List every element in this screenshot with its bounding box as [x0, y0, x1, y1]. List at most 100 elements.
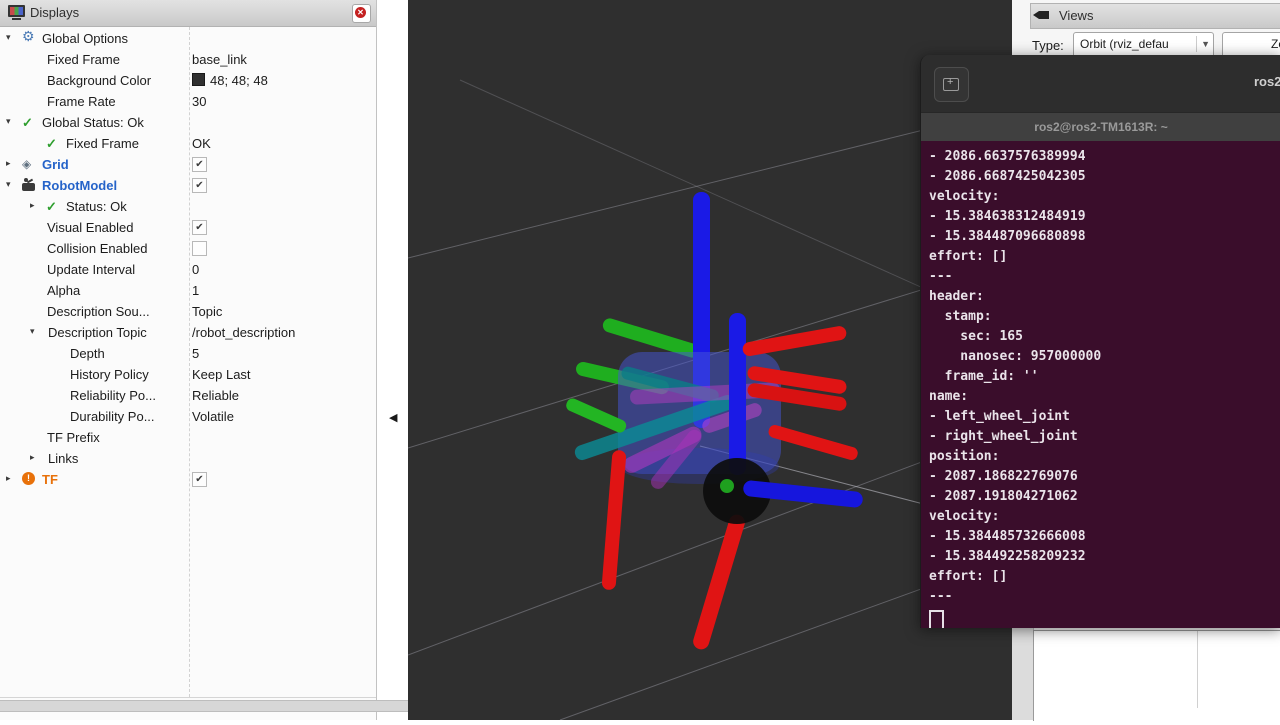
tree-value: 5 — [192, 346, 199, 361]
terminal-line: - 2086.6637576389994 — [929, 149, 1280, 169]
expand-arrow-icon[interactable]: ▸ — [6, 158, 11, 169]
close-icon: ✕ — [355, 7, 366, 18]
panel-splitter[interactable] — [0, 700, 408, 712]
terminal-line: - 2087.186822769076 — [929, 469, 1280, 489]
collapse-arrow-icon[interactable]: ▾ — [30, 326, 35, 337]
tree-row-description-topic[interactable]: ▾Description Topic/robot_description — [0, 322, 375, 343]
views-panel-titlebar[interactable]: Views — [1030, 3, 1280, 29]
robot-icon — [22, 183, 35, 191]
displays-panel-titlebar[interactable]: Displays ✕ — [0, 0, 376, 27]
close-panel-button[interactable]: ✕ — [352, 4, 371, 23]
terminal-headerbar[interactable]: ros2@ — [921, 55, 1280, 112]
grid-icon: ◈ — [22, 157, 31, 172]
tree-row-fixed-frame[interactable]: ✓Fixed FrameOK — [0, 133, 375, 154]
tree-row-history-policy[interactable]: History Policy Keep Last — [0, 364, 375, 385]
checkbox[interactable]: ✔ — [192, 178, 207, 193]
collapse-arrow-icon[interactable]: ▾ — [6, 179, 11, 190]
checkbox[interactable]: ✔ — [192, 472, 207, 487]
tree-row-links[interactable]: ▸ Links — [0, 448, 375, 469]
tree-value: 48; 48; 48 — [192, 73, 268, 88]
displays-tree: ▾⚙Global OptionsFixed Framebase_linkBack… — [0, 28, 375, 490]
displays-icon — [8, 5, 25, 17]
tree-label: Description Sou... — [47, 304, 150, 319]
terminal-output[interactable]: - 2086.6637576389994- 2086.6687425042305… — [921, 141, 1280, 628]
new-tab-button[interactable] — [934, 67, 969, 102]
camera-icon — [1039, 11, 1049, 19]
collapse-arrow-icon[interactable]: ▾ — [6, 116, 11, 127]
view-type-value: Orbit (rviz_defau — [1080, 37, 1192, 51]
tree-value: base_link — [192, 52, 247, 67]
checkbox[interactable]: ✔ — [192, 157, 207, 172]
tree-row-collision-enabled[interactable]: Collision Enabled — [0, 238, 375, 259]
terminal-line: name: — [929, 389, 1280, 409]
tree-label: History Policy — [70, 367, 149, 382]
tree-value: OK — [192, 136, 211, 151]
tree-label: Status: Ok — [66, 199, 127, 214]
tree-label: Durability Po... — [70, 409, 155, 424]
tree-row-fixed-frame[interactable]: Fixed Framebase_link — [0, 49, 375, 70]
tree-row-update-interval[interactable]: Update Interval 0 — [0, 259, 375, 280]
tree-row-depth[interactable]: Depth 5 — [0, 343, 375, 364]
tree-label: RobotModel — [42, 178, 117, 193]
new-tab-icon — [943, 78, 959, 91]
tree-row-description-sou[interactable]: Description Sou...Topic — [0, 301, 375, 322]
tree-value: 30 — [192, 94, 206, 109]
terminal-line: effort: [] — [929, 249, 1280, 269]
collapse-arrow-icon[interactable]: ▾ — [6, 32, 11, 43]
views-list[interactable] — [1033, 630, 1280, 721]
tree-row-tf-prefix[interactable]: TF Prefix — [0, 427, 375, 448]
tree-row-global-status-ok[interactable]: ▾✓Global Status: Ok — [0, 112, 375, 133]
gear-icon: ⚙ — [22, 29, 35, 44]
tree-row-background-color[interactable]: Background Color 48; 48; 48 — [0, 70, 375, 91]
terminal-line: velocity: — [929, 509, 1280, 529]
terminal-tab[interactable]: ros2@ros2-TM1613R: ~ — [921, 113, 1280, 142]
terminal-line: - 15.384638312484919 — [929, 209, 1280, 229]
terminal-line: effort: [] — [929, 569, 1280, 589]
tree-label: Grid — [42, 157, 69, 172]
tree-row-robotmodel[interactable]: ▾ RobotModel ✔ — [0, 175, 375, 196]
view-type-label: Type: — [1032, 38, 1064, 53]
expand-arrow-icon[interactable]: ▸ — [30, 452, 35, 463]
tree-row-global-options[interactable]: ▾ ⚙ Global Options — [0, 28, 375, 49]
terminal-line: - right_wheel_joint — [929, 429, 1280, 449]
chevron-down-icon: ▼ — [1196, 36, 1210, 52]
tree-label: Update Interval — [47, 262, 135, 277]
tree-row-tf[interactable]: ▸!TF✔ — [0, 469, 375, 490]
tree-label: Global Options — [42, 31, 128, 46]
tree-label: Description Topic — [48, 325, 147, 340]
terminal-line: - left_wheel_joint — [929, 409, 1280, 429]
check-icon: ✓ — [46, 136, 57, 151]
tree-label: Links — [48, 451, 78, 466]
zero-button-label: Ze — [1271, 37, 1280, 51]
terminal-line: - 15.384487096680898 — [929, 229, 1280, 249]
terminal-line: frame_id: '' — [929, 369, 1280, 389]
views-panel-splitter[interactable] — [1012, 628, 1034, 720]
color-swatch — [192, 73, 205, 86]
tree-label: Background Color — [47, 73, 151, 88]
tree-label: Reliability Po... — [70, 388, 156, 403]
tree-row-status-ok[interactable]: ▸✓Status: Ok — [0, 196, 375, 217]
terminal-line: nanosec: 957000000 — [929, 349, 1280, 369]
tree-row-alpha[interactable]: Alpha1 — [0, 280, 375, 301]
checkbox[interactable] — [192, 241, 207, 256]
tree-bottom-border — [0, 697, 376, 698]
tree-row-reliability-po[interactable]: Reliability Po... Reliable — [0, 385, 375, 406]
collapse-panel-arrow[interactable]: ◀ — [389, 411, 397, 424]
terminal-line: velocity: — [929, 189, 1280, 209]
expand-arrow-icon[interactable]: ▸ — [6, 473, 11, 484]
tree-label: Depth — [70, 346, 105, 361]
tree-row-frame-rate[interactable]: Frame Rate30 — [0, 91, 375, 112]
terminal-window: ros2@ ros2@ros2-TM1613R: ~ - 2086.663757… — [920, 55, 1280, 628]
tree-row-visual-enabled[interactable]: Visual Enabled✔ — [0, 217, 375, 238]
displays-panel-title: Displays — [30, 5, 79, 20]
tree-value: Keep Last — [192, 367, 251, 382]
tree-value: Reliable — [192, 388, 239, 403]
expand-arrow-icon[interactable]: ▸ — [30, 200, 35, 211]
checkbox[interactable]: ✔ — [192, 220, 207, 235]
warning-icon: ! — [22, 472, 35, 485]
terminal-line: - 2086.6687425042305 — [929, 169, 1280, 189]
tree-value: 0 — [192, 262, 199, 277]
tree-row-grid[interactable]: ▸ ◈ Grid ✔ — [0, 154, 375, 175]
tree-row-durability-po[interactable]: Durability Po...Volatile — [0, 406, 375, 427]
terminal-line: - 15.384485732666008 — [929, 529, 1280, 549]
